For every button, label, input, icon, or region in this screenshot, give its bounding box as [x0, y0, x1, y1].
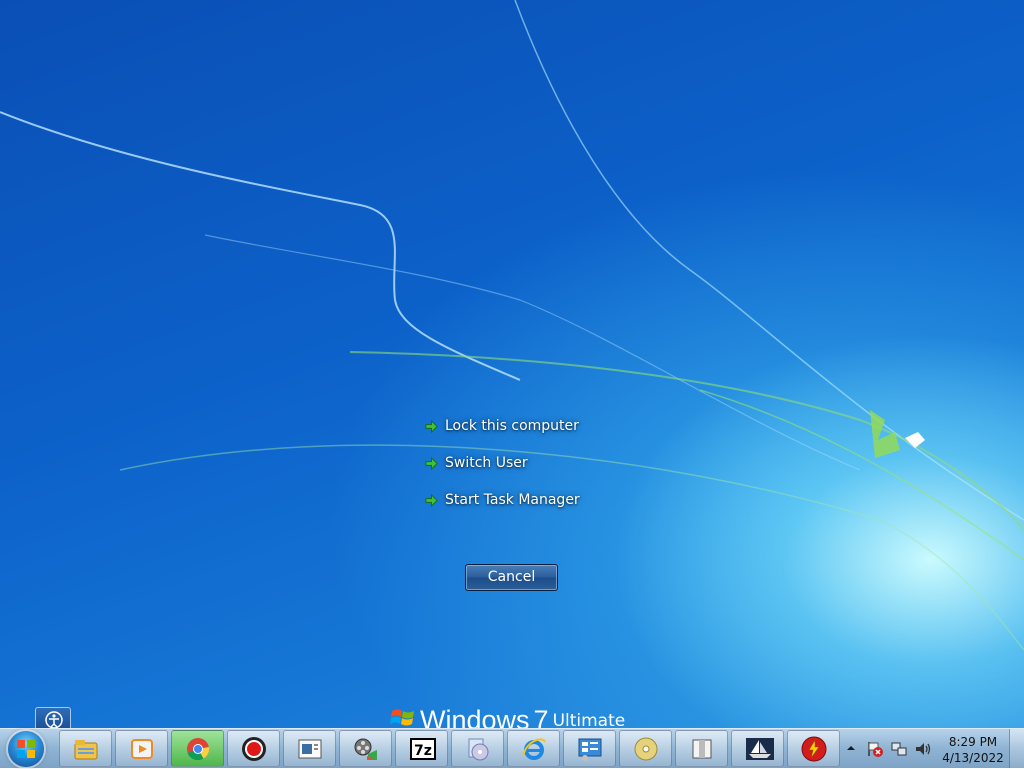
taskbar-7zip[interactable]: 7z: [395, 730, 448, 767]
green-arrow-icon: [425, 419, 438, 433]
start-button[interactable]: [8, 731, 44, 767]
show-hidden-icons-icon[interactable]: [846, 743, 856, 753]
windows-branding: Windows 7 Ultimate: [390, 705, 625, 729]
taskbar-internet-explorer[interactable]: [507, 730, 560, 767]
show-desktop-button[interactable]: [1009, 729, 1024, 768]
7zip-label: 7z: [414, 743, 432, 759]
flash-app-icon: [801, 736, 827, 762]
window-app-icon: [298, 739, 322, 759]
file-explorer-icon: [74, 740, 98, 760]
desktop-background: Lock this computer Switch User Start Tas…: [0, 0, 1024, 768]
taskbar-dvd-app[interactable]: [619, 730, 672, 767]
disc-burner-icon: [468, 738, 489, 761]
taskbar-window-app[interactable]: [283, 730, 336, 767]
taskbar-archive-app[interactable]: [675, 730, 728, 767]
green-arrow-icon: [425, 493, 438, 507]
taskbar-disc-burner[interactable]: [451, 730, 504, 767]
internet-explorer-icon: [522, 738, 546, 760]
taskbar: 7z 8:29 PM 4/13/2022: [0, 728, 1024, 768]
system-clock[interactable]: 8:29 PM 4/13/2022: [938, 734, 1008, 766]
product-version: 7: [533, 705, 549, 729]
video-editor-icon: [354, 738, 377, 760]
start-task-manager-label: Start Task Manager: [445, 492, 580, 508]
taskbar-flash-app[interactable]: [787, 730, 840, 767]
taskbar-video-editor[interactable]: [339, 730, 392, 767]
action-center-flag-icon[interactable]: [866, 740, 884, 758]
green-arrow-icon: [425, 456, 438, 470]
windows-flag-icon: [390, 709, 414, 726]
taskbar-ship-app[interactable]: [731, 730, 784, 767]
7zip-icon: 7z: [410, 738, 436, 760]
taskbar-media-player[interactable]: [115, 730, 168, 767]
clock-date: 4/13/2022: [942, 751, 1004, 765]
dvd-icon: [634, 737, 658, 761]
media-player-icon: [131, 739, 153, 759]
network-icon[interactable]: [890, 740, 908, 758]
chrome-icon: [187, 738, 210, 761]
taskbar-screen-recorder[interactable]: [227, 730, 280, 767]
taskbar-file-explorer[interactable]: [59, 730, 112, 767]
control-panel-icon: [578, 738, 602, 761]
windows-start-icon: [17, 740, 35, 758]
switch-user-label: Switch User: [445, 455, 528, 471]
product-name: Windows: [420, 705, 530, 729]
product-edition: Ultimate: [552, 711, 626, 729]
ship-app-icon: [746, 738, 774, 760]
volume-icon[interactable]: [914, 740, 932, 758]
archive-box-icon: [692, 739, 712, 759]
start-task-manager-option[interactable]: Start Task Manager: [424, 488, 580, 512]
switch-user-option[interactable]: Switch User: [424, 451, 580, 475]
taskbar-control-panel[interactable]: [563, 730, 616, 767]
clock-time: 8:29 PM: [948, 735, 998, 749]
lock-computer-option[interactable]: Lock this computer: [424, 414, 580, 438]
screen-recorder-icon: [242, 737, 266, 761]
lock-computer-label: Lock this computer: [445, 418, 579, 434]
wallpaper-art: [0, 0, 1024, 651]
cancel-button[interactable]: Cancel: [465, 564, 558, 591]
security-options-menu: Lock this computer Switch User Start Tas…: [424, 414, 580, 525]
taskbar-chrome[interactable]: [171, 730, 224, 767]
